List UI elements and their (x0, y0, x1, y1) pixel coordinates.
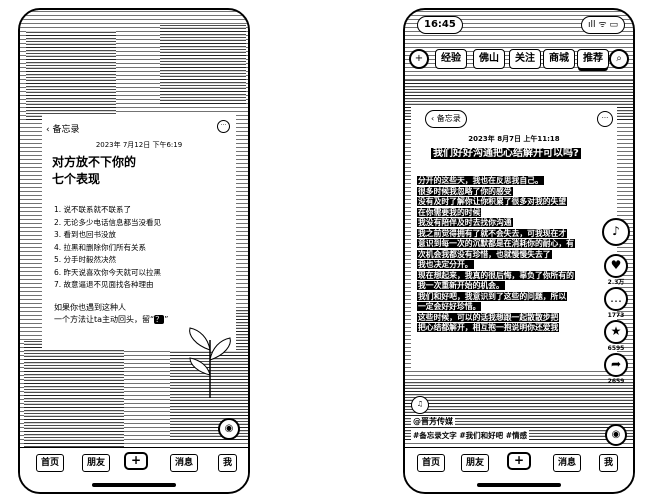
system-icons: ıll ᯤ ▭ (581, 16, 625, 34)
tab-foshan[interactable]: 佛山 (473, 49, 505, 69)
nav-me[interactable]: 我 (218, 454, 238, 472)
sound-icon[interactable]: ♫ (411, 396, 429, 414)
newspaper-clipping (160, 24, 246, 104)
plant-illustration (189, 327, 231, 398)
tab-jingyan[interactable]: 经验 (435, 49, 467, 69)
add-circle-icon[interactable]: + (409, 49, 429, 69)
list-item: 5. 分手时毅然决然 (54, 255, 117, 264)
left-phone-screen: ‹ 备忘录 ··· 2023年 7月12日 下午6:19 对方放不下你的 七个表… (18, 8, 250, 494)
list-item: 6. 昨天说喜欢你今天就可以拉黑 (54, 267, 162, 277)
memo-date: 2023年 8月7日 上午11:18 (468, 135, 560, 143)
favorite-count: 6595 (607, 345, 625, 352)
list-item: 7. 故意逼退不见面找各种理由 (54, 280, 154, 289)
nav-messages[interactable]: 消息 (553, 454, 582, 472)
hashtags[interactable]: #备忘录文字 #我们和好吧 #情感 (411, 430, 530, 441)
home-indicator (477, 483, 561, 487)
comment-icon[interactable]: … (604, 287, 628, 311)
tab-recommend[interactable]: 推荐 (577, 49, 609, 69)
nav-home[interactable]: 首页 (417, 454, 446, 472)
memo-body: 分开的这些天，我也在反思我自己。 很多时候我忽略了你的感受 没有及时了解你让你积… (417, 176, 575, 332)
author-name[interactable]: @晋芳传媒 (411, 416, 455, 427)
publish-button[interactable]: + (124, 452, 148, 470)
tab-mall[interactable]: 商城 (543, 49, 575, 69)
heart-icon[interactable]: ♥ (604, 254, 628, 278)
bottom-nav: 首页 朋友 + 消息 我 (20, 447, 248, 492)
tab-following[interactable]: 关注 (509, 49, 541, 69)
author-avatar[interactable]: ♪ (602, 218, 630, 246)
nav-messages[interactable]: 消息 (170, 454, 199, 472)
memo-date: 2023年 7月12日 下午6:19 (95, 141, 183, 149)
home-indicator (92, 483, 176, 487)
nav-friends[interactable]: 朋友 (461, 454, 490, 472)
top-nav: + 经验 佛山 关注 商城 推荐 ⌕ (409, 46, 629, 72)
star-icon[interactable]: ★ (604, 320, 628, 344)
list-item: 4. 拉黑和删除你们所有关系 (54, 242, 147, 252)
nav-me[interactable]: 我 (599, 454, 619, 472)
search-icon[interactable]: ⌕ (609, 49, 629, 69)
nav-home[interactable]: 首页 (36, 454, 65, 472)
memo-title: 我们好好沟通把心结解开可以吗? (431, 148, 581, 159)
memo-back-button[interactable]: ‹ 备忘录 (425, 110, 467, 128)
side-actions: ♪ ♥ 2.3万 … 1773 ★ 6595 ➦ 2659 (601, 218, 631, 386)
music-disc-icon[interactable]: ◉ (218, 418, 240, 440)
publish-button[interactable]: + (507, 452, 531, 470)
right-phone-screen: 16:45 ıll ᯤ ▭ + 经验 佛山 关注 商城 推荐 ⌕ ‹ 备忘录 ·… (403, 8, 635, 494)
status-bar: 16:45 ıll ᯤ ▭ (413, 16, 625, 34)
memo-back-button[interactable]: ‹ 备忘录 (46, 122, 79, 135)
ellipsis-circle-icon[interactable]: ··· (597, 111, 613, 127)
ellipsis-circle-icon[interactable]: ··· (217, 120, 230, 133)
list-item: 2. 无论多少电话信息都当没看见 (54, 217, 162, 227)
memo-footer: 如果你也遇到这种人 一个方法让ta主动回头，留“？” (54, 303, 169, 324)
comment-count: 1773 (607, 312, 625, 319)
status-time: 16:45 (417, 16, 463, 34)
memo-card: ‹ 备忘录 ··· 2023年 7月12日 下午6:19 对方放不下你的 七个表… (42, 114, 236, 350)
share-icon[interactable]: ➦ (604, 353, 628, 377)
music-disc-icon[interactable]: ◉ (605, 424, 627, 446)
bottom-nav: 首页 朋友 + 消息 我 (405, 447, 633, 492)
newspaper-clipping (26, 30, 116, 120)
list-item: 3. 看到也回书没放 (54, 230, 117, 239)
list-item: 1. 说不联系就不联系了 (54, 205, 132, 214)
memo-title: 对方放不下你的 七个表现 (52, 155, 137, 186)
memo-list: 1. 说不联系就不联系了 2. 无论多少电话信息都当没看见 3. 看到也回书没放… (54, 204, 161, 292)
share-count: 2659 (607, 378, 625, 385)
question-emoji: ？ (154, 315, 165, 324)
memo-card: ‹ 备忘录 ··· 2023年 8月7日 上午11:18 我们好好沟通把心结解开… (411, 106, 617, 368)
like-count: 2.3万 (607, 279, 625, 286)
nav-friends[interactable]: 朋友 (82, 454, 111, 472)
newspaper-clipping (24, 340, 124, 450)
